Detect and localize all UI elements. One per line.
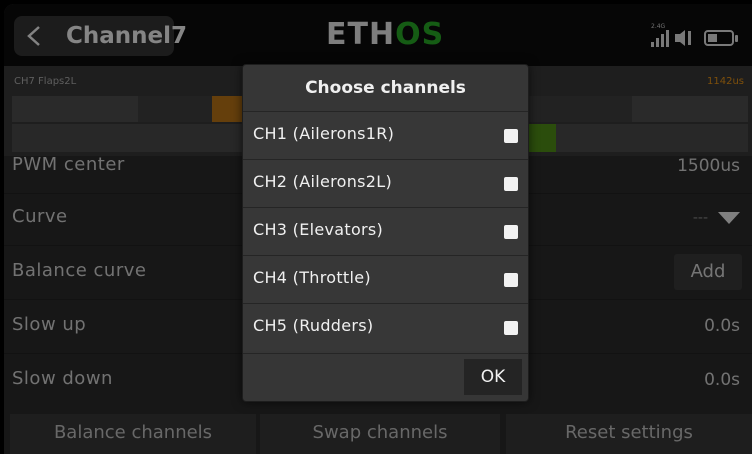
channel-option-label: CH3 (Elevators) xyxy=(253,220,384,239)
channel-checkbox[interactable] xyxy=(504,129,518,143)
channel-checkbox[interactable] xyxy=(504,273,518,287)
channel-option[interactable]: CH2 (Ailerons2L) xyxy=(243,159,528,207)
ok-button[interactable]: OK xyxy=(464,359,522,395)
channel-option-label: CH1 (Ailerons1R) xyxy=(253,124,395,143)
choose-channels-dialog: Choose channels CH1 (Ailerons1R) CH2 (Ai… xyxy=(242,64,529,402)
channel-option[interactable]: CH1 (Ailerons1R) xyxy=(243,111,528,159)
screen: Channel7 ETHOS 2.4G CH7 Flaps2L 1142us P… xyxy=(4,4,752,454)
channel-option-label: CH5 (Rudders) xyxy=(253,316,374,335)
channel-checkbox[interactable] xyxy=(504,177,518,191)
channel-option[interactable]: CH4 (Throttle) xyxy=(243,255,528,303)
channel-checkbox[interactable] xyxy=(504,321,518,335)
dialog-title: Choose channels xyxy=(305,78,466,98)
channel-option-label: CH2 (Ailerons2L) xyxy=(253,172,393,191)
channel-option[interactable]: CH5 (Rudders) xyxy=(243,303,528,351)
channel-checkbox[interactable] xyxy=(504,225,518,239)
channel-option[interactable]: CH3 (Elevators) xyxy=(243,207,528,255)
dialog-footer: OK xyxy=(243,353,528,401)
channel-option-label: CH4 (Throttle) xyxy=(253,268,371,287)
